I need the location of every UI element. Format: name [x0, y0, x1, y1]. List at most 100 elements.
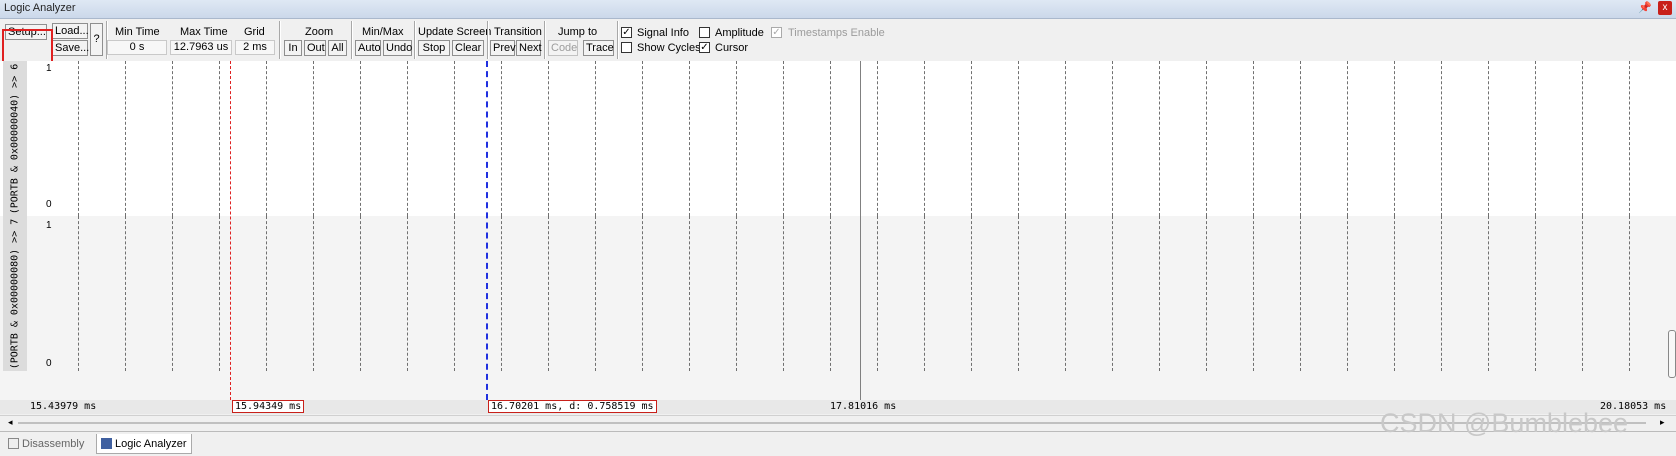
- grid-line: [1582, 61, 1583, 216]
- logic-analyzer-icon: [101, 438, 112, 449]
- grid-line: [783, 61, 784, 216]
- grid-major-line: [860, 61, 861, 400]
- help-button[interactable]: ?: [90, 23, 103, 56]
- grid-line: [736, 216, 737, 371]
- tab-logic-analyzer[interactable]: Logic Analyzer: [96, 434, 192, 454]
- minmax-label: Min/Max: [362, 26, 404, 38]
- update-screen-label: Update Screen: [418, 26, 492, 38]
- signal-high-label: 1: [46, 63, 52, 74]
- grid-line: [454, 216, 455, 371]
- separator: [351, 21, 353, 59]
- zoom-all-button[interactable]: All: [328, 40, 347, 56]
- setup-highlight-box: [2, 29, 53, 65]
- undo-button[interactable]: Undo: [383, 40, 412, 56]
- load-button[interactable]: Load...: [52, 23, 89, 39]
- jump-code-button[interactable]: Code: [548, 40, 578, 56]
- grid-line: [1065, 61, 1066, 216]
- min-time-label: Min Time: [115, 26, 160, 38]
- grid-value: 2 ms: [235, 40, 275, 55]
- grid-line: [1253, 61, 1254, 216]
- grid-line: [219, 61, 220, 216]
- signal-grid: [62, 61, 1668, 216]
- grid-line: [1159, 61, 1160, 216]
- grid-line: [830, 216, 831, 371]
- grid-line: [1629, 216, 1630, 371]
- scroll-left-icon[interactable]: ◂: [8, 417, 13, 428]
- signal-low-label: 0: [46, 358, 52, 369]
- disassembly-icon: [8, 438, 19, 449]
- signal-high-label: 1: [46, 220, 52, 231]
- cursor-label: Cursor: [715, 42, 749, 54]
- zoom-in-button[interactable]: In: [284, 40, 302, 56]
- cursor-checkbox[interactable]: ✓: [699, 42, 710, 53]
- save-button[interactable]: Save...: [52, 40, 89, 56]
- title-bar: Logic Analyzer 📌 x: [0, 0, 1676, 19]
- pin-icon[interactable]: 📌: [1638, 1, 1652, 15]
- time-start-label: 15.43979 ms: [30, 401, 97, 412]
- tab-label: Disassembly: [22, 438, 85, 450]
- show-cycles-checkbox[interactable]: [621, 42, 632, 53]
- scroll-right-icon[interactable]: ▸: [1660, 417, 1665, 428]
- grid-line: [219, 216, 220, 371]
- grid-line: [736, 61, 737, 216]
- signal-name-cell[interactable]: (PORTB & 0x00000080) >> 7: [3, 216, 27, 371]
- signal-low-label: 0: [46, 199, 52, 210]
- jump-trace-button[interactable]: Trace: [583, 40, 614, 56]
- timestamps-enable-checkbox: ✓: [771, 27, 782, 38]
- grid-line: [313, 216, 314, 371]
- stop-button[interactable]: Stop: [418, 40, 450, 56]
- min-time-value: 0 s: [107, 40, 167, 55]
- tab-disassembly[interactable]: Disassembly: [4, 434, 88, 454]
- grid-line: [1065, 216, 1066, 371]
- close-icon[interactable]: x: [1658, 1, 1672, 15]
- grid-line: [1300, 61, 1301, 216]
- time-mid-label: 17.81016 ms: [830, 401, 897, 412]
- grid-line: [1488, 216, 1489, 371]
- prev-button[interactable]: Prev: [490, 40, 516, 56]
- grid-line: [454, 61, 455, 216]
- grid-line: [783, 216, 784, 371]
- grid-line: [1347, 61, 1348, 216]
- next-button[interactable]: Next: [516, 40, 542, 56]
- amplitude-checkbox[interactable]: [699, 27, 710, 38]
- grid-line: [78, 61, 79, 216]
- vertical-scroll-thumb[interactable]: [1668, 330, 1676, 378]
- grid-line: [1582, 216, 1583, 371]
- zoom-label: Zoom: [305, 26, 334, 38]
- signal-info-label: Signal Info: [637, 27, 689, 39]
- grid-line: [1253, 216, 1254, 371]
- grid-line: [125, 61, 126, 216]
- signal-name-cell[interactable]: (PORTB & 0x00000040) >> 6: [3, 61, 27, 216]
- show-cycles-label: Show Cycles: [637, 42, 701, 54]
- grid-line: [172, 216, 173, 371]
- watermark: CSDN @Bumblebee: [1380, 408, 1629, 438]
- tab-label: Logic Analyzer: [115, 438, 187, 450]
- window-title: Logic Analyzer: [4, 2, 76, 14]
- grid-line: [971, 216, 972, 371]
- grid-line: [360, 216, 361, 371]
- grid-line: [1112, 216, 1113, 371]
- grid-line: [830, 61, 831, 216]
- blue-cursor-line[interactable]: [486, 61, 488, 400]
- signal-info-checkbox[interactable]: ✓: [621, 27, 632, 38]
- red-cursor-line[interactable]: [230, 61, 231, 400]
- grid-line: [1347, 216, 1348, 371]
- zoom-out-button[interactable]: Out: [304, 40, 326, 56]
- signal-grid: [62, 216, 1668, 371]
- grid-line: [1206, 216, 1207, 371]
- grid-line: [266, 61, 267, 216]
- grid-line: [1394, 61, 1395, 216]
- toolbar: Setup... Load... Save... ? Min Time 0 s …: [0, 19, 1676, 65]
- grid-line: [595, 216, 596, 371]
- clear-button[interactable]: Clear: [452, 40, 484, 56]
- auto-button[interactable]: Auto: [355, 40, 381, 56]
- grid-line: [642, 216, 643, 371]
- grid-line: [1629, 61, 1630, 216]
- signal-lane: (PORTB & 0x00000040) >> 6 1 0: [0, 61, 1676, 216]
- waveform-plot[interactable]: (PORTB & 0x00000040) >> 6 1 0 (PORTB & 0…: [0, 61, 1676, 400]
- grid-line: [407, 61, 408, 216]
- grid-line: [1112, 61, 1113, 216]
- separator: [617, 21, 619, 59]
- grid-line: [1535, 216, 1536, 371]
- grid-line: [266, 216, 267, 371]
